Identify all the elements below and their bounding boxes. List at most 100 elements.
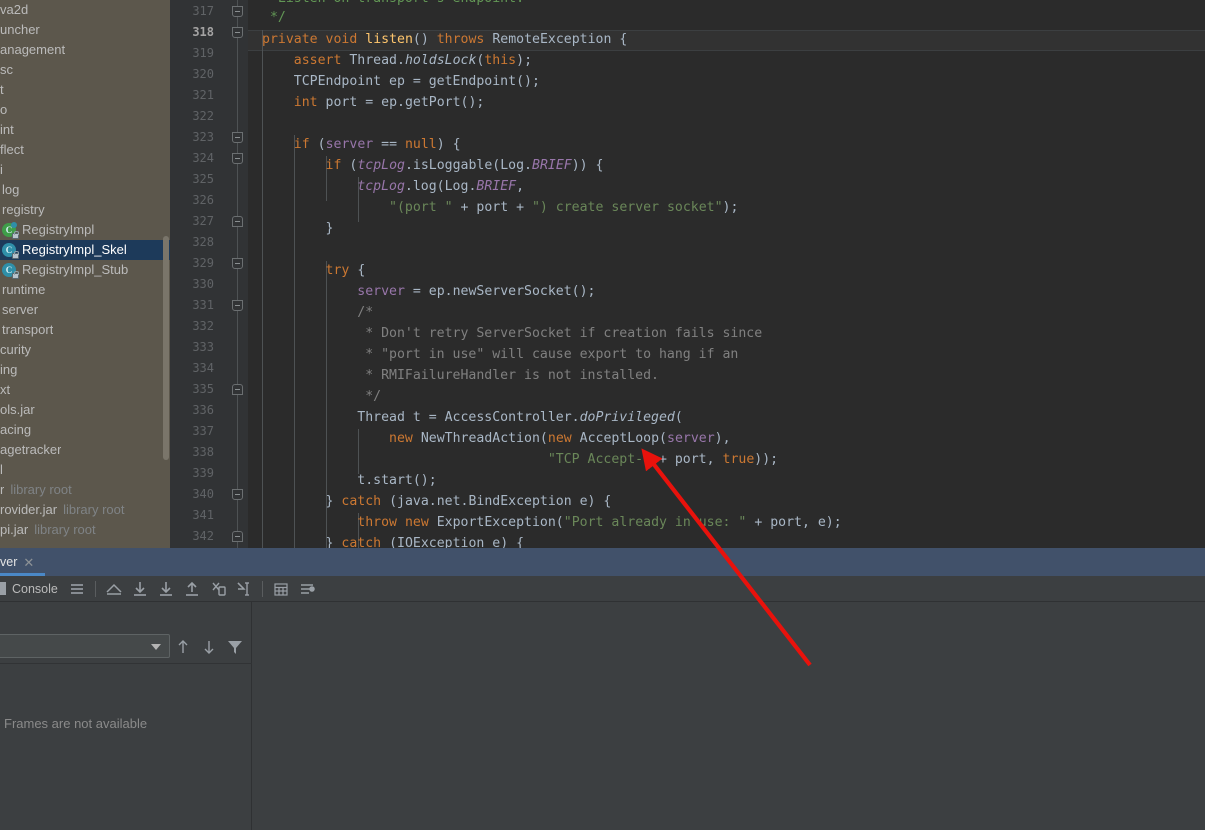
tree-item-label: r [0,482,5,497]
line-number-317: 317 [192,4,214,18]
code-line-339: t.start(); [262,473,437,488]
fold-marker-line-323[interactable] [232,132,243,143]
code-line-330: server = ep.newServerSocket(); [357,284,596,299]
tree-item-label: ols.jar [0,402,35,417]
tree-item-i[interactable]: i [0,160,170,180]
tree-item-label: flect [0,142,24,157]
code-line-337: new NewThreadAction(new AcceptLoop(serve… [389,431,731,446]
console-label: Console [12,581,58,596]
fold-marker-line-327[interactable] [232,216,243,227]
tree-item-ols-jar[interactable]: ols.jar [0,400,170,420]
step-out-icon[interactable] [181,578,203,600]
tree-item-sublabel: library root [63,502,125,517]
java-class-icon: C [2,262,19,279]
tree-item-o[interactable]: o [0,100,170,120]
debug-tool-window[interactable]: ver ✕ Console Frames are not available [0,548,1205,830]
fold-marker-line-342[interactable] [232,531,243,542]
chevron-down-icon[interactable] [151,644,161,650]
tree-item-label: transport [2,322,54,337]
close-icon[interactable]: ✕ [23,556,34,569]
show-execution-point-icon[interactable] [103,578,125,600]
tree-item-flect[interactable]: flect [0,140,170,160]
debug-tabstrip[interactable]: ver ✕ [0,548,1205,576]
tree-item-acing[interactable]: acing [0,420,170,440]
tree-item-server[interactable]: server [0,300,170,320]
code-line-342: } catch (IOException e) { [262,536,525,548]
tree-item-t[interactable]: t [0,80,170,100]
tree-item-label: RegistryImpl_Stub [22,262,129,277]
tree-item-sublabel: library root [34,522,96,537]
tree-item-label: curity [0,342,32,357]
frames-pane[interactable]: Frames are not available [0,602,252,830]
tree-item-agetracker[interactable]: agetracker [0,440,170,460]
evaluate-expression-icon[interactable] [270,578,292,600]
tree-item-sc[interactable]: sc [0,60,170,80]
tree-item-rovider-jar[interactable]: rovider.jar library root [0,500,170,520]
tree-item-l[interactable]: l [0,460,170,480]
tree-item-uncher[interactable]: uncher [0,20,170,40]
console-button[interactable]: Console [0,578,64,600]
tree-item-pi-jar[interactable]: pi.jar library root [0,520,170,540]
tree-item-curity[interactable]: curity [0,340,170,360]
fold-marker-line-340[interactable] [232,489,243,500]
tree-item-registryimpl[interactable]: C RegistryImpl [0,220,170,240]
project-tree-list[interactable]: va2d uncher anagement sc t o int flect i log regis… [0,0,170,540]
line-number-331: 331 [192,298,214,312]
tree-item-va2d[interactable]: va2d [0,0,170,20]
tree-item-label: t [0,82,4,97]
settings-icon[interactable] [296,578,318,600]
tree-item-registryimpl-stub[interactable]: C RegistryImpl_Stub [0,260,170,280]
fold-marker-line-317[interactable] [232,6,243,17]
code-editor[interactable]: 317 318 319 320 321 322 323 324 325 326 327 328 329 3… [170,0,1205,548]
tree-item-ing[interactable]: ing [0,360,170,380]
debug-toolbar[interactable]: Console [0,576,1205,602]
tree-item-int[interactable]: int [0,120,170,140]
code-line-336: Thread t = AccessController.doPrivileged… [262,410,683,425]
tree-item-label: RegistryImpl_Skel [22,242,127,257]
arrow-down-icon[interactable] [198,636,220,658]
tree-item-registryimpl-skel[interactable]: C RegistryImpl_Skel [0,240,170,260]
tree-item-runtime[interactable]: runtime [0,280,170,300]
project-tree-panel[interactable]: va2d uncher anagement sc t o int flect i log regis… [0,0,170,548]
line-number-329: 329 [192,256,214,270]
tree-item-registry[interactable]: registry [0,200,170,220]
fold-marker-line-331[interactable] [232,300,243,311]
debug-tab-server[interactable]: ver ✕ [0,548,45,576]
line-number-323: 323 [192,130,214,144]
run-to-cursor-icon[interactable] [233,578,255,600]
code-line-341: throw new ExportException("Port already … [357,515,842,530]
code-line-324: if (tcpLog.isLoggable(Log.BRIEF)) { [325,158,604,173]
fold-marker-line-324[interactable] [232,153,243,164]
filter-icon[interactable] [224,636,246,658]
line-number-340: 340 [192,487,214,501]
line-number-333: 333 [192,340,214,354]
frames-empty-message: Frames are not available [4,716,148,731]
code-line-335: */ [262,389,382,404]
fold-marker-line-329[interactable] [232,258,243,269]
fold-marker-line-318[interactable] [232,27,243,38]
tree-item-label: log [2,182,20,197]
menu-icon[interactable] [66,578,88,600]
fold-marker-line-335[interactable] [232,384,243,395]
tree-item-log[interactable]: log [0,180,170,200]
project-tree-scrollbar[interactable] [163,236,169,460]
editor-gutter[interactable]: 317 318 319 320 321 322 323 324 325 326 327 328 329 3… [170,0,248,548]
step-into-icon[interactable] [155,578,177,600]
line-number-326: 326 [192,193,214,207]
force-step-into-icon[interactable] [207,578,229,600]
java-class-icon: C [2,242,19,259]
tree-item-label: o [0,102,8,117]
source-code-area[interactable]: * Listen on transport's endpoint. */ pri… [248,0,1205,548]
tree-item-xt[interactable]: xt [0,380,170,400]
java-class-green-icon: C [2,221,19,239]
step-over-icon[interactable] [129,578,151,600]
tree-item-transport[interactable]: transport [0,320,170,340]
tree-item-label: va2d [0,2,29,17]
tree-item-r[interactable]: r library root [0,480,170,500]
thread-selector[interactable] [0,634,170,658]
tree-item-label: RegistryImpl [22,222,95,237]
console-icon [0,582,6,595]
arrow-up-icon[interactable] [172,636,194,658]
tree-item-anagement[interactable]: anagement [0,40,170,60]
tree-item-sublabel: library root [10,482,72,497]
